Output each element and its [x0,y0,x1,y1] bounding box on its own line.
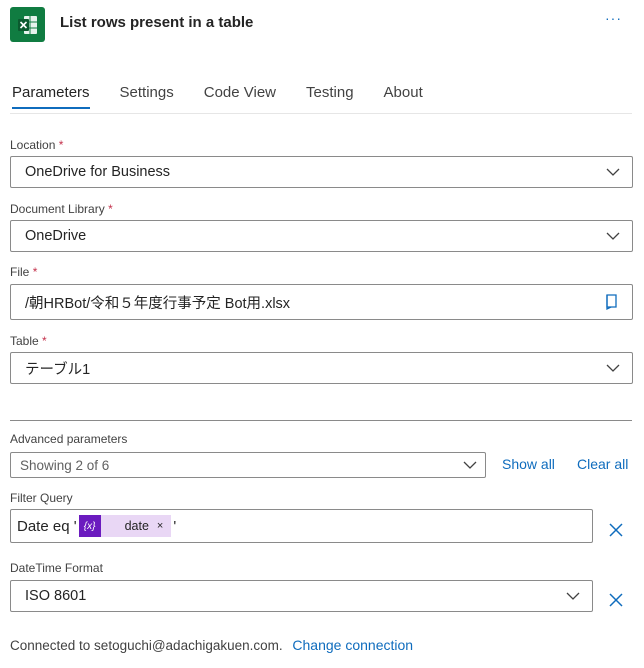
library-dropdown[interactable]: OneDrive [10,220,633,252]
datetime-format-dropdown[interactable]: ISO 8601 [10,580,593,612]
tab-settings[interactable]: Settings [120,84,174,109]
datetime-format-label: DateTime Format [10,561,103,575]
tab-testing[interactable]: Testing [306,84,354,109]
tab-about[interactable]: About [384,84,423,109]
filter-query-suffix: ' [173,517,177,535]
tab-code-view[interactable]: Code View [204,84,276,109]
show-all-link[interactable]: Show all [502,456,555,472]
more-options-button[interactable]: ··· [605,10,622,26]
expression-icon: {x} [78,515,101,537]
required-marker: * [32,265,38,279]
advanced-showing: Showing 2 of 6 [20,457,110,473]
action-title: List rows present in a table [60,14,254,31]
token-label: date [124,519,149,533]
remove-filter-query-icon[interactable] [608,522,624,538]
library-value: OneDrive [25,228,87,244]
file-label-text: File [10,265,30,279]
location-label: Location * [10,138,63,152]
filter-query-label: Filter Query [10,491,73,505]
excel-icon [10,7,45,42]
datetime-format-value: ISO 8601 [25,588,87,604]
filter-query-prefix: Date eq ' [17,517,77,535]
required-marker: * [42,334,47,348]
chevron-down-icon [606,364,620,372]
file-picker-icon[interactable] [604,293,620,311]
advanced-label: Advanced parameters [10,432,128,446]
required-marker: * [58,138,64,152]
chevron-down-icon [606,232,620,240]
library-label-text: Document Library [10,202,105,216]
dynamic-content-token[interactable]: {x} date × [78,515,172,537]
excel-glyph-icon [17,15,37,34]
location-dropdown[interactable]: OneDrive for Business [10,156,633,188]
chevron-down-icon [606,168,620,176]
tab-divider [10,113,632,114]
change-connection-link[interactable]: Change connection [292,637,413,653]
table-value: テーブル1 [25,361,91,378]
connected-text: Connected to setoguchi@adachigakuen.com. [10,638,283,653]
tab-parameters[interactable]: Parameters [12,84,90,109]
table-label-text: Table [10,334,39,348]
file-value: /朝HRBot/令和５年度行事予定 Bot用.xlsx [25,295,291,312]
library-label: Document Library * [10,202,113,216]
token-remove-icon[interactable]: × [157,520,163,532]
remove-datetime-format-icon[interactable] [608,592,624,608]
connection-info: Connected to setoguchi@adachigakuen.com.… [10,637,413,653]
section-divider [10,420,632,421]
file-label: File * [10,265,37,279]
clear-all-link[interactable]: Clear all [577,456,628,472]
tab-bar: Parameters Settings Code View Testing Ab… [12,84,453,109]
advanced-dropdown[interactable]: Showing 2 of 6 [10,452,486,478]
location-label-text: Location [10,138,56,152]
location-value: OneDrive for Business [25,164,171,180]
required-marker: * [108,202,113,216]
chevron-down-icon [463,461,477,469]
filter-query-input[interactable]: Date eq ' {x} date × ' [10,509,593,543]
table-dropdown[interactable]: テーブル1 [10,352,633,384]
table-label: Table * [10,334,47,348]
chevron-down-icon [566,592,580,600]
file-input[interactable]: /朝HRBot/令和５年度行事予定 Bot用.xlsx [10,284,633,320]
